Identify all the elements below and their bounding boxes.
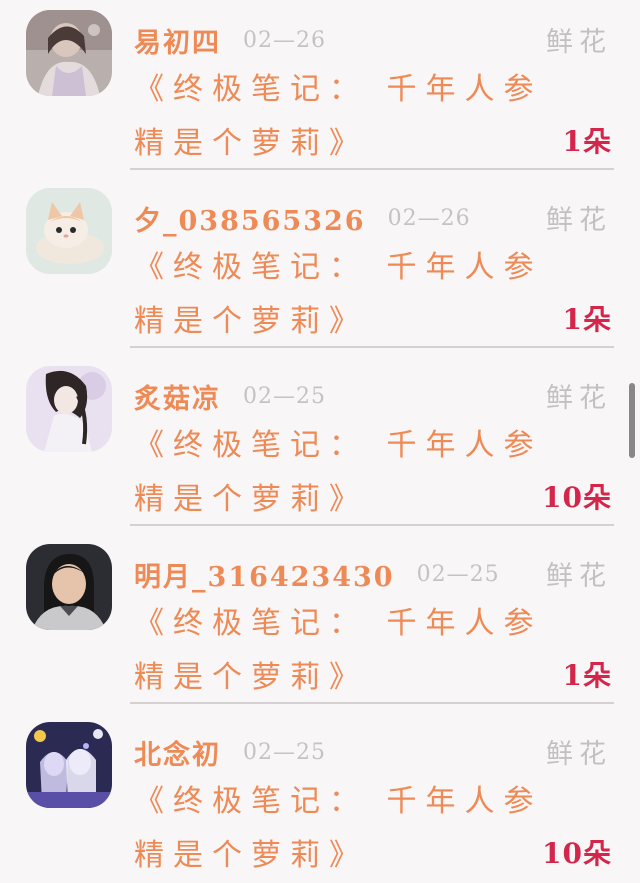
book-title-line-2[interactable]: 精是个萝莉》 (134, 474, 368, 518)
avatar-anime-girl-icon[interactable] (26, 366, 112, 452)
username[interactable]: 易初四 (134, 21, 221, 60)
gift-count: 1朵 (562, 659, 612, 692)
gift-date: 02—26 (387, 205, 471, 231)
name-row: 北念初 02—25 (134, 730, 326, 774)
divider (130, 524, 614, 526)
username[interactable]: 夕_038565326 (134, 199, 366, 238)
avatar-girl-hanfu-icon[interactable] (26, 10, 112, 96)
book-title-line-1[interactable]: 《终极笔记： 千年人参 (134, 776, 543, 820)
gift-count: 10朵 (542, 481, 612, 514)
list-item[interactable]: 夕_038565326 02—26 鲜花 《终极笔记： 千年人参 精是个萝莉》 … (0, 178, 640, 356)
book-title-line-2[interactable]: 精是个萝莉》 (134, 296, 368, 340)
username[interactable]: 北念初 (134, 733, 221, 772)
gift-count: 10朵 (542, 837, 612, 870)
gift-list-page: 易初四 02—26 鲜花 《终极笔记： 千年人参 精是个萝莉》 1朵 夕_038… (0, 0, 640, 883)
divider (130, 702, 614, 704)
list-item[interactable]: 易初四 02—26 鲜花 《终极笔记： 千年人参 精是个萝莉》 1朵 (0, 0, 640, 178)
gift-date: 02—25 (416, 561, 500, 587)
list-item[interactable]: 明月_316423430 02—25 鲜花 《终极笔记： 千年人参 精是个萝莉》… (0, 534, 640, 712)
avatar-anime-group-icon[interactable] (26, 722, 112, 808)
divider (130, 346, 614, 348)
book-title-line-2[interactable]: 精是个萝莉》 (134, 652, 368, 696)
book-title-line-2[interactable]: 精是个萝莉》 (134, 118, 368, 162)
book-title-line-1[interactable]: 《终极笔记： 千年人参 (134, 420, 543, 464)
gift-count: 1朵 (562, 303, 612, 336)
name-row: 明月_316423430 02—25 (134, 552, 500, 596)
book-title-line-1[interactable]: 《终极笔记： 千年人参 (134, 242, 543, 286)
name-row: 夕_038565326 02—26 (134, 196, 471, 240)
book-title-line-2[interactable]: 精是个萝莉》 (134, 830, 368, 874)
gift-type-label: 鲜花 (546, 739, 612, 770)
gift-type-label: 鲜花 (546, 205, 612, 236)
gift-type-label: 鲜花 (546, 561, 612, 592)
book-title-line-1[interactable]: 《终极笔记： 千年人参 (134, 598, 543, 642)
divider (130, 168, 614, 170)
gift-date: 02—25 (243, 739, 326, 765)
avatar-kitten-icon[interactable] (26, 188, 112, 274)
gift-date: 02—25 (243, 383, 326, 409)
gift-type-label: 鲜花 (546, 383, 612, 414)
username[interactable]: 明月_316423430 (134, 555, 395, 594)
gift-count: 1朵 (562, 125, 612, 158)
gift-type-label: 鲜花 (546, 27, 612, 58)
gift-date: 02—26 (243, 27, 326, 53)
list-item[interactable]: 炙菇凉 02—25 鲜花 《终极笔记： 千年人参 精是个萝莉》 10朵 (0, 356, 640, 534)
name-row: 炙菇凉 02—25 (134, 374, 326, 418)
book-title-line-1[interactable]: 《终极笔记： 千年人参 (134, 64, 543, 108)
scrollbar[interactable] (629, 383, 635, 458)
avatar-portrait-icon[interactable] (26, 544, 112, 630)
list-item[interactable]: 北念初 02—25 鲜花 《终极笔记： 千年人参 精是个萝莉》 10朵 (0, 712, 640, 883)
name-row: 易初四 02—26 (134, 18, 326, 62)
username[interactable]: 炙菇凉 (134, 377, 221, 416)
